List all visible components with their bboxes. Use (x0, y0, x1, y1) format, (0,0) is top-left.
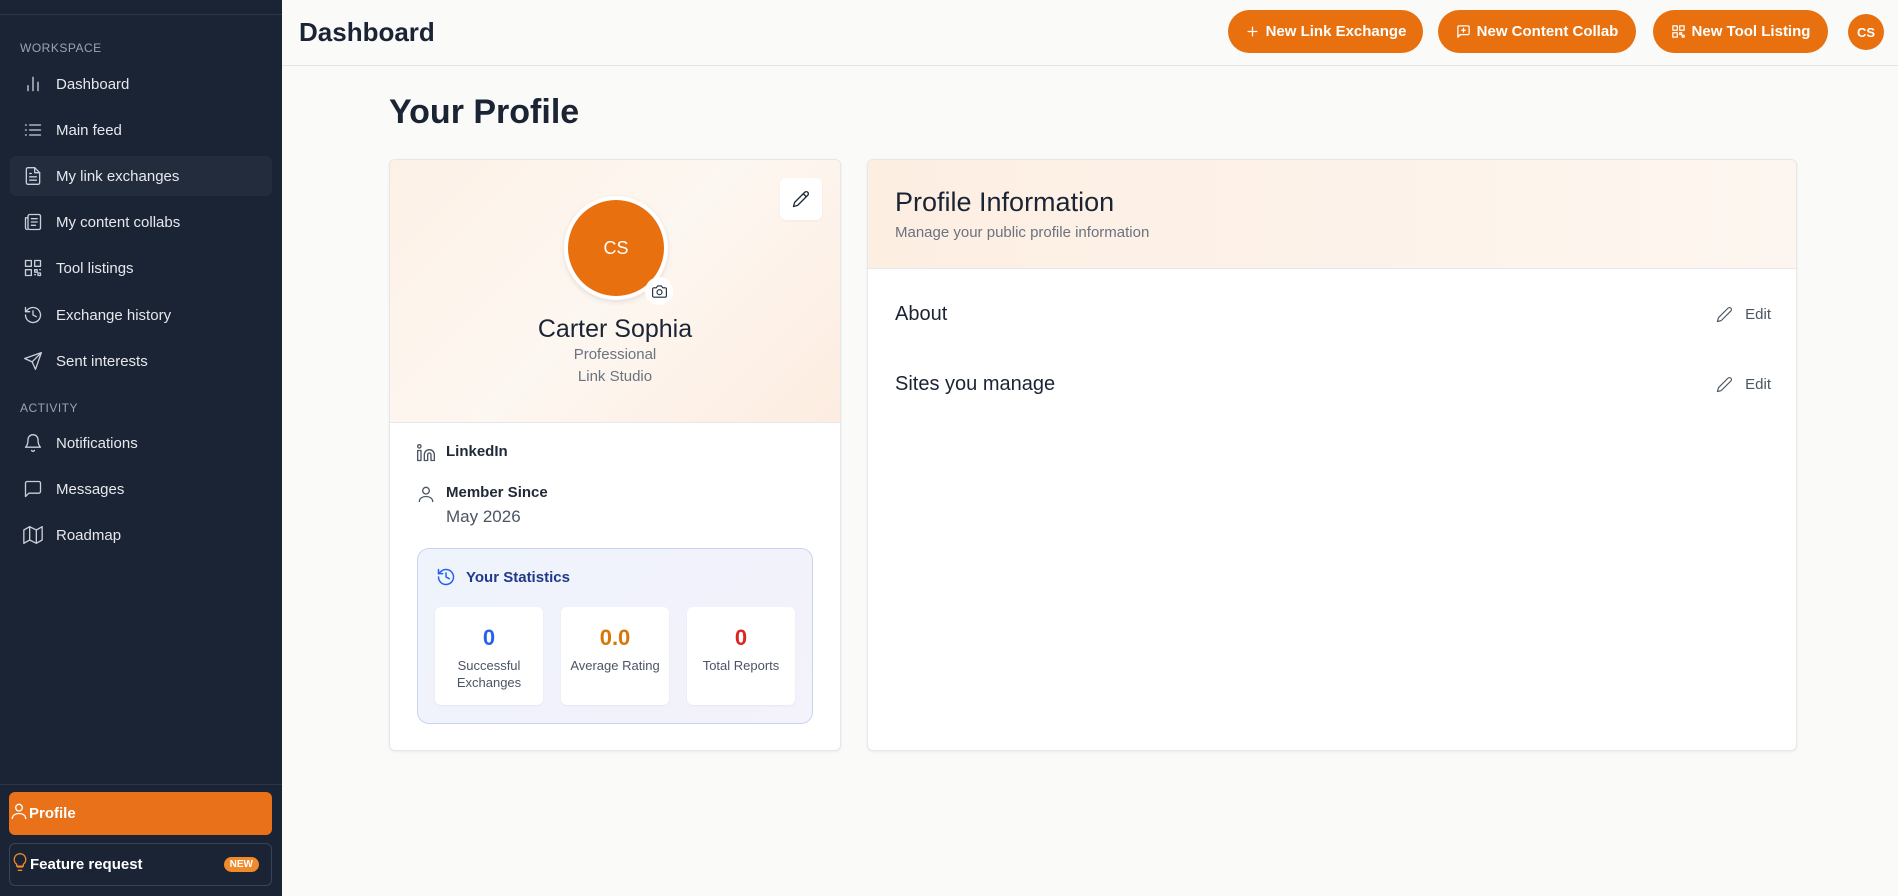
about-title: About (895, 303, 948, 325)
profile-company: Link Studio (577, 368, 653, 385)
history-icon (22, 304, 44, 326)
feature-request-button[interactable]: Feature request NEW (9, 843, 272, 886)
member-since-value: May 2026 (446, 507, 521, 526)
stat-label: Successful Exchanges (456, 658, 522, 690)
statistics-title: Your Statistics (436, 567, 570, 587)
stat-value: 0 (734, 625, 748, 650)
divider (0, 784, 282, 785)
sidebar-item-label: Exchange history (56, 306, 172, 324)
sidebar-item-dashboard[interactable]: Dashboard (10, 64, 272, 104)
message-icon (22, 478, 44, 500)
sidebar-item-label: Notifications (56, 434, 138, 452)
about-section: About Edit (895, 303, 1771, 326)
stat-value: 0.0 (599, 625, 631, 650)
stat-average-rating: 0.0 Average Rating (561, 607, 669, 705)
sidebar-item-label: Tool listings (56, 259, 134, 277)
sidebar: WORKSPACE Dashboard Main feed My link ex… (0, 0, 282, 896)
sidebar-item-label: Messages (56, 480, 125, 498)
user-icon (9, 801, 29, 826)
pencil-icon (792, 191, 809, 208)
pencil-icon (1716, 377, 1733, 393)
feature-request-label: Feature request (30, 856, 143, 873)
bar-chart-icon (22, 73, 44, 95)
sidebar-item-label: Dashboard (56, 75, 130, 93)
statistics-title-label: Your Statistics (466, 568, 570, 586)
edit-sites-button[interactable]: Edit (1716, 376, 1771, 393)
profile-information-header: Profile Information Manage your public p… (868, 160, 1796, 269)
send-icon (22, 350, 44, 372)
bell-icon (22, 432, 44, 454)
stat-total-reports: 0 Total Reports (687, 607, 795, 705)
sidebar-item-sent-interests[interactable]: Sent interests (10, 341, 272, 381)
sidebar-item-roadmap[interactable]: Roadmap (10, 515, 272, 555)
sidebar-item-label: Profile (29, 805, 76, 822)
button-label: New Tool Listing (1691, 23, 1811, 40)
statistics-panel: Your Statistics 0 Successful Exchanges 0… (417, 548, 813, 724)
section-label-activity: ACTIVITY (20, 401, 79, 415)
pencil-icon (1716, 307, 1733, 323)
change-photo-button[interactable] (645, 277, 673, 305)
edit-about-button[interactable]: Edit (1716, 306, 1771, 323)
top-header: Dashboard New Link Exchange New Content … (282, 0, 1898, 66)
qr-grid-icon (1671, 25, 1685, 38)
sidebar-item-profile[interactable]: Profile (9, 792, 272, 835)
qr-grid-icon (22, 257, 44, 279)
list-icon (22, 119, 44, 141)
sidebar-item-messages[interactable]: Messages (10, 469, 272, 509)
camera-icon (651, 284, 667, 298)
new-content-collab-button[interactable]: New Content Collab (1438, 10, 1636, 53)
user-icon (416, 484, 438, 506)
sites-title: Sites you manage (895, 373, 1056, 395)
sidebar-item-exchange-history[interactable]: Exchange history (10, 295, 272, 335)
profile-card: CS Carter Sophia Professional Link Studi… (389, 159, 841, 751)
edit-profile-button[interactable] (780, 178, 822, 220)
edit-label: Edit (1745, 306, 1771, 323)
new-tool-listing-button[interactable]: New Tool Listing (1653, 10, 1828, 53)
stat-value: 0 (482, 625, 496, 650)
newspaper-icon (22, 211, 44, 233)
new-badge: NEW (223, 857, 259, 872)
linkedin-row[interactable]: LinkedIn (416, 443, 508, 465)
button-label: New Content Collab (1476, 23, 1619, 40)
document-icon (22, 165, 44, 187)
profile-card-header: CS Carter Sophia Professional Link Studi… (390, 160, 840, 423)
edit-label: Edit (1745, 376, 1771, 393)
sidebar-item-notifications[interactable]: Notifications (10, 423, 272, 463)
profile-name: Carter Sophia (537, 315, 693, 343)
sidebar-item-tool-listings[interactable]: Tool listings (10, 248, 272, 288)
sites-section: Sites you manage Edit (895, 373, 1771, 396)
sidebar-item-my-content-collabs[interactable]: My content collabs (10, 202, 272, 242)
new-link-exchange-button[interactable]: New Link Exchange (1228, 10, 1423, 53)
member-since-row: Member Since May 2026 (416, 484, 548, 527)
profile-information-subtitle: Manage your public profile information (895, 224, 1150, 241)
sidebar-item-label: Main feed (56, 121, 122, 139)
sidebar-item-label: My link exchanges (56, 167, 180, 185)
sidebar-item-my-link-exchanges[interactable]: My link exchanges (10, 156, 272, 196)
history-icon (437, 568, 455, 586)
button-label: New Link Exchange (1265, 23, 1407, 40)
page-title: Your Profile (389, 93, 580, 131)
sidebar-item-label: Roadmap (56, 526, 122, 544)
user-avatar[interactable]: CS (1848, 14, 1884, 50)
member-since-label: Member Since (446, 484, 548, 501)
stat-successful-exchanges: 0 Successful Exchanges (435, 607, 543, 705)
plus-icon (1247, 26, 1258, 37)
linkedin-label: LinkedIn (446, 443, 508, 460)
profile-role: Professional (573, 346, 657, 363)
profile-information-card: Profile Information Manage your public p… (867, 159, 1797, 751)
stat-label: Total Reports (702, 658, 780, 673)
stat-label: Average Rating (570, 658, 660, 673)
linkedin-icon (416, 443, 438, 465)
map-icon (22, 524, 44, 546)
lightbulb-icon (10, 852, 30, 877)
sidebar-item-label: Sent interests (56, 352, 148, 370)
section-label-workspace: WORKSPACE (20, 41, 102, 55)
header-title: Dashboard (299, 17, 435, 47)
message-plus-icon (1456, 25, 1470, 38)
profile-information-title: Profile Information (895, 187, 1115, 217)
sidebar-item-label: My content collabs (56, 213, 181, 231)
sidebar-item-main-feed[interactable]: Main feed (10, 110, 272, 150)
divider (0, 14, 282, 15)
